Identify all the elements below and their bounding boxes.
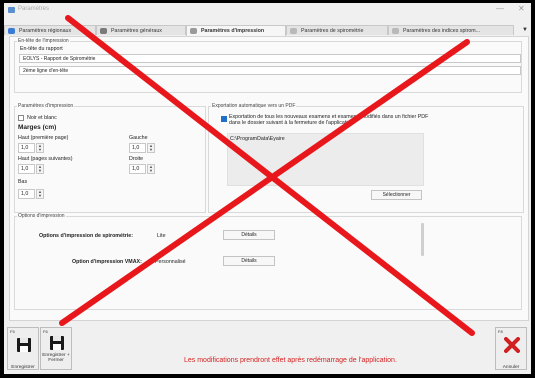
settings-window: Paramètres — ✕ Paramètres régionaux Para… [4, 3, 531, 374]
red-cross-overlay-icon [59, 15, 475, 336]
